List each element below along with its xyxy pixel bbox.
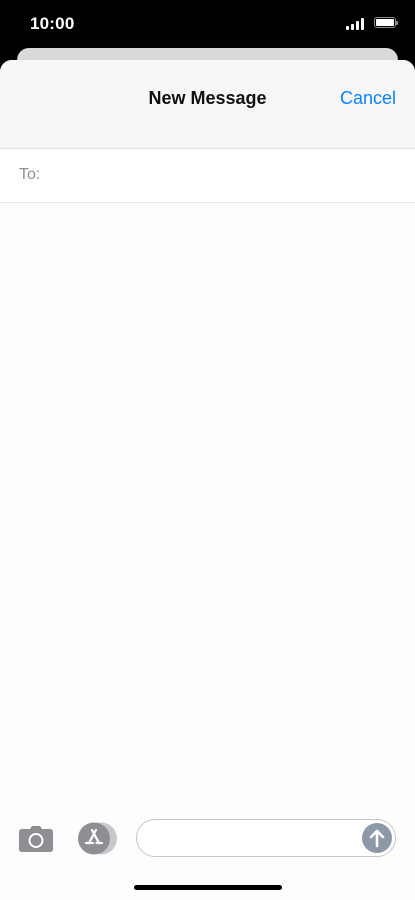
status-bar: 10:00 [0, 0, 415, 48]
home-indicator[interactable] [134, 885, 282, 890]
cancel-button[interactable]: Cancel [340, 88, 396, 109]
notch [92, 0, 324, 32]
camera-icon [19, 826, 53, 852]
new-message-sheet: New Message Cancel To: [0, 60, 415, 900]
recipient-input[interactable] [50, 159, 399, 193]
status-time: 10:00 [30, 14, 75, 33]
app-store-button[interactable] [77, 822, 119, 855]
recipient-row: To: [0, 149, 415, 203]
send-button[interactable] [362, 823, 392, 853]
app-store-icon [78, 822, 117, 855]
battery-fill [376, 19, 394, 26]
phone-screen: 10:00 New Message Cancel To: [0, 0, 415, 900]
message-input[interactable] [151, 825, 355, 853]
message-field[interactable] [136, 819, 396, 857]
camera-button[interactable] [18, 825, 54, 853]
send-arrow-up-icon [362, 823, 392, 853]
navigation-bar: New Message Cancel [0, 60, 415, 149]
battery-icon [374, 17, 398, 28]
recipient-label: To: [19, 166, 41, 183]
message-thread-area [0, 203, 415, 793]
cellular-signal-icon [346, 17, 366, 30]
